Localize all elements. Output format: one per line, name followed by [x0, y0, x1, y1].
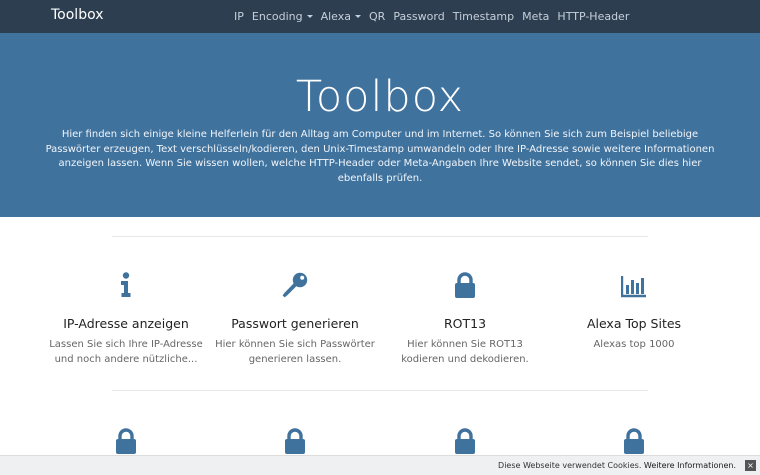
nav-ip[interactable]: IP [230, 10, 248, 23]
cookie-message: Diese Webseite verwendet Cookies. Weiter… [498, 461, 736, 470]
feature-rot13[interactable]: ROT13 Hier können Sie ROT13 kodieren und… [385, 272, 545, 367]
feature-rot13-desc: Hier können Sie ROT13 kodieren und dekod… [401, 339, 529, 365]
cookie-banner: Diese Webseite verwendet Cookies. Weiter… [0, 455, 760, 475]
nav-meta[interactable]: Meta [518, 10, 553, 23]
bar-chart-icon [621, 276, 646, 298]
nav-encoding-dropdown[interactable]: Encoding [248, 10, 317, 23]
caret-down-icon [306, 15, 313, 18]
cookie-info-link[interactable]: Weitere Informationen. [644, 461, 736, 470]
hero-section: Toolbox Hier finden sich einige kleine H… [0, 33, 760, 217]
nav-alexa-label: Alexa [320, 10, 351, 23]
feature-alexa-title: Alexa Top Sites [586, 316, 682, 331]
lock-icon[interactable] [623, 428, 645, 454]
close-icon[interactable]: × [745, 460, 756, 471]
key-icon [282, 272, 308, 298]
hero-intro: Hier finden sich einige kleine Helferlei… [45, 129, 715, 184]
lock-icon[interactable] [454, 428, 476, 454]
feature-alexa-desc: Alexas top 1000 [593, 339, 675, 350]
cookie-text: Diese Webseite verwendet Cookies. [498, 461, 642, 470]
section-divider [112, 390, 648, 391]
nav-timestamp[interactable]: Timestamp [449, 10, 518, 23]
feature-ip-title: IP-Adresse anzeigen [63, 316, 189, 331]
feature-password-title: Passwort generieren [231, 316, 359, 331]
nav-alexa-dropdown[interactable]: Alexa [317, 10, 365, 23]
nav-encoding-label: Encoding [251, 10, 303, 23]
feature-alexa[interactable]: Alexa Top Sites Alexas top 1000 [554, 272, 714, 353]
feature-ip[interactable]: IP-Adresse anzeigen Lassen Sie sich Ihre… [46, 272, 206, 367]
nav-http-header[interactable]: HTTP-Header [553, 10, 633, 23]
info-icon [121, 272, 131, 297]
hero-title: Toolbox [295, 72, 465, 122]
lock-icon [455, 272, 475, 298]
feature-ip-desc: Lassen Sie sich Ihre IP-Adresse und noch… [49, 339, 203, 365]
lock-icon[interactable] [115, 428, 137, 454]
top-navbar: Toolbox IP Encoding Alexa QR Password Ti… [0, 0, 760, 33]
brand-logo-link[interactable]: Toolbox [51, 7, 104, 23]
feature-rot13-title: ROT13 [443, 316, 487, 331]
feature-password-desc: Hier können Sie sich Passwörter generier… [215, 339, 375, 365]
caret-down-icon [355, 15, 361, 18]
lock-icon[interactable] [284, 428, 306, 454]
nav-password[interactable]: Password [389, 10, 448, 23]
section-divider [112, 236, 648, 237]
nav-qr[interactable]: QR [365, 10, 389, 23]
feature-password[interactable]: Passwort generieren Hier können Sie sich… [215, 272, 375, 367]
main-nav: IP Encoding Alexa QR Password Timestamp … [230, 0, 633, 33]
